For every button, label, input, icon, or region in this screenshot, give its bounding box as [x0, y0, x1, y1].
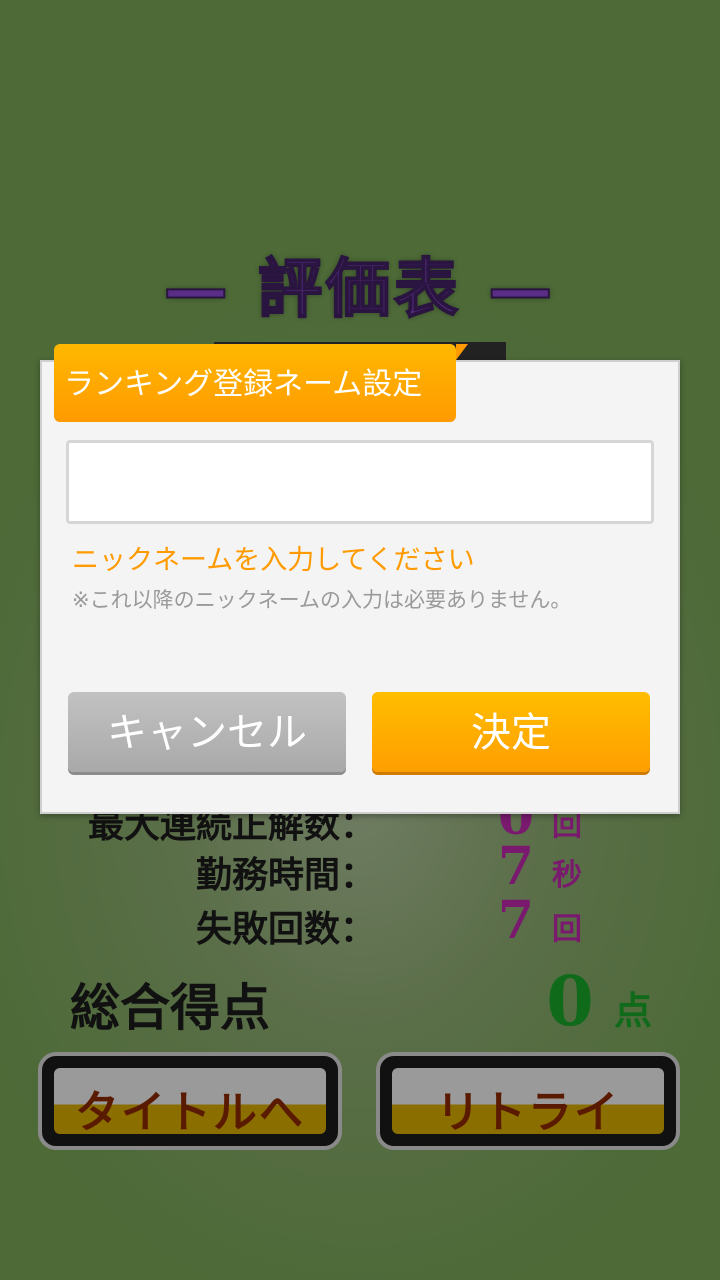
- cancel-button[interactable]: キャンセル: [68, 692, 346, 772]
- stat-unit: 回: [552, 912, 582, 947]
- ok-button[interactable]: 決定: [372, 692, 650, 772]
- stat-unit: 秒: [552, 858, 582, 893]
- total-score-unit: 点: [614, 988, 653, 1033]
- dialog-title-notch: [456, 344, 468, 360]
- total-score-label: 総合得点: [70, 978, 270, 1037]
- stat-value: 7: [497, 836, 535, 897]
- retry-button[interactable]: リトライ: [376, 1052, 680, 1150]
- stat-label: 勤務時間：: [195, 854, 376, 896]
- stat-label: 失敗回数：: [195, 908, 376, 950]
- to-title-button[interactable]: タイトルへ: [38, 1052, 342, 1150]
- retry-button-label: リトライ: [436, 1087, 620, 1134]
- result-title: — 評価表 —: [163, 252, 557, 328]
- nickname-hint: ニックネームを入力してください: [72, 545, 475, 576]
- stat-value: 7: [497, 890, 535, 951]
- nickname-note: ※これ以降のニックネームの入力は必要ありません。: [72, 588, 572, 612]
- to-title-button-label: タイトルへ: [75, 1087, 305, 1134]
- dialog-title: ランキング登録ネーム設定: [54, 344, 456, 422]
- total-score-value: 0: [546, 962, 594, 1042]
- nickname-input[interactable]: [66, 440, 654, 524]
